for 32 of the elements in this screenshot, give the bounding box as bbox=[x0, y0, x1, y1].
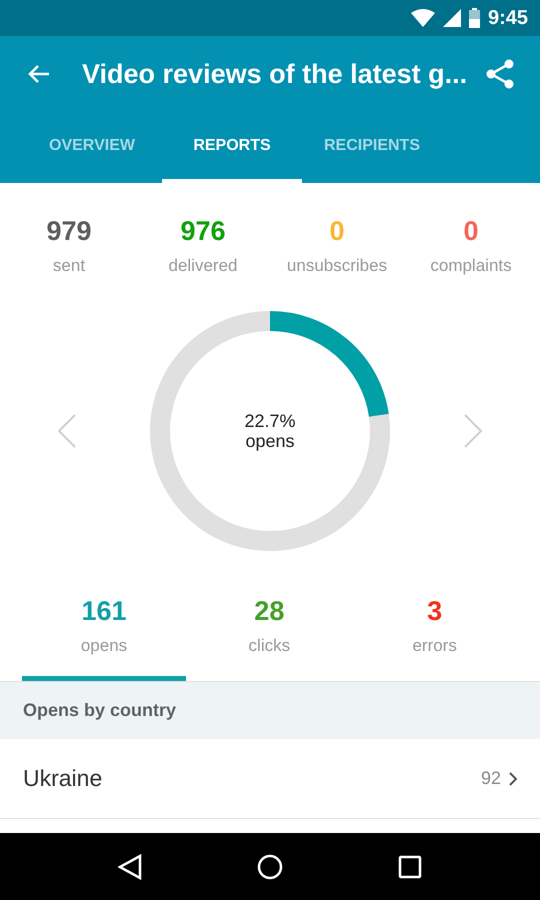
signal-icon bbox=[442, 9, 461, 27]
stat-label: sent bbox=[52, 255, 86, 277]
stat-value: 0 bbox=[463, 215, 479, 247]
clock-time: 9:45 bbox=[488, 6, 528, 31]
country-row[interactable]: Ukraine 92 bbox=[0, 739, 540, 819]
home-circle-icon[interactable] bbox=[256, 854, 283, 880]
battery-icon bbox=[468, 8, 480, 28]
ring-percent: 22.7% bbox=[244, 410, 296, 430]
tab[interactable]: OVERVIEW bbox=[22, 112, 162, 183]
section-title: Opens by country bbox=[23, 699, 176, 722]
back-triangle-icon[interactable] bbox=[118, 854, 142, 880]
recents-square-icon[interactable] bbox=[398, 854, 422, 878]
stat-value: 976 bbox=[180, 215, 226, 247]
tab[interactable]: REPORTS bbox=[162, 112, 302, 183]
share-icon bbox=[485, 59, 515, 89]
share-button[interactable] bbox=[484, 58, 516, 90]
stat-label: delivered bbox=[168, 255, 238, 277]
tab[interactable]: RECIPIENTS bbox=[302, 112, 442, 183]
chevron-right-icon bbox=[509, 772, 517, 786]
stat-value: 0 bbox=[329, 215, 345, 247]
ring-label: opens bbox=[245, 430, 295, 450]
stat-value: 979 bbox=[46, 215, 92, 247]
stat-label: complaints bbox=[430, 255, 512, 277]
stat-label: unsubscribes bbox=[286, 255, 388, 277]
next-chevron-icon bbox=[464, 414, 482, 448]
toolbar-title: Video reviews of the latest g... bbox=[82, 58, 468, 91]
metric-tab[interactable]: 28 clicks bbox=[187, 594, 352, 681]
wifi-icon bbox=[410, 9, 435, 27]
country-count: 92 bbox=[480, 767, 501, 790]
country-name: Ukraine bbox=[23, 764, 104, 794]
previous-chevron-icon bbox=[58, 414, 76, 448]
metric-tab[interactable]: 3 errors bbox=[352, 594, 517, 681]
